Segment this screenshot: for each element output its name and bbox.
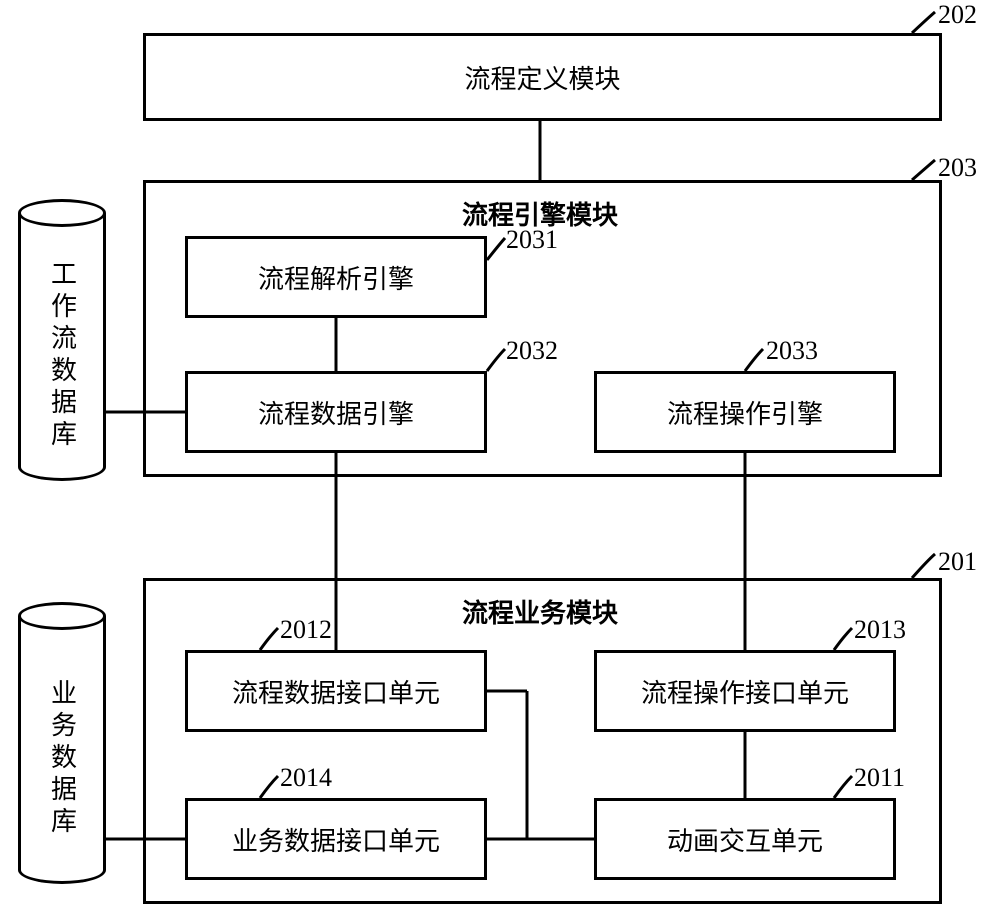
process-business-title: 流程业务模块 <box>430 593 650 630</box>
ref-202: 202 <box>938 0 977 30</box>
business-data-interface-label: 业务数据接口单元 <box>232 821 440 858</box>
workflow-database-cylinder: 工作流数据库 <box>18 199 106 481</box>
process-definition-module: 流程定义模块 <box>143 33 942 121</box>
ref-2032: 2032 <box>506 336 558 366</box>
ref-2033: 2033 <box>766 336 818 366</box>
process-data-interface-label: 流程数据接口单元 <box>232 673 440 710</box>
process-operation-engine: 流程操作引擎 <box>594 371 896 453</box>
process-operation-engine-label: 流程操作引擎 <box>667 394 823 431</box>
process-data-engine: 流程数据引擎 <box>185 371 487 453</box>
process-parsing-label: 流程解析引擎 <box>258 259 414 296</box>
workflow-db-label: 工作流数据库 <box>44 260 81 452</box>
animation-interaction-unit: 动画交互单元 <box>594 798 896 880</box>
ref-2012: 2012 <box>280 615 332 645</box>
business-database-cylinder: 业务数据库 <box>18 602 106 884</box>
process-operation-interface-unit: 流程操作接口单元 <box>594 650 896 732</box>
process-definition-label: 流程定义模块 <box>464 59 620 96</box>
diagram-canvas: 流程定义模块 202 流程引擎模块 203 流程解析引擎 2031 流程数据引擎… <box>0 0 1000 921</box>
process-operation-interface-label: 流程操作接口单元 <box>641 673 849 710</box>
animation-interaction-label: 动画交互单元 <box>667 821 823 858</box>
process-data-interface-unit: 流程数据接口单元 <box>185 650 487 732</box>
ref-2014: 2014 <box>280 763 332 793</box>
ref-201: 201 <box>938 547 977 577</box>
ref-2013: 2013 <box>854 615 906 645</box>
ref-203: 203 <box>938 153 977 183</box>
business-data-interface-unit: 业务数据接口单元 <box>185 798 487 880</box>
process-parsing-engine: 流程解析引擎 <box>185 236 487 318</box>
business-db-label: 业务数据库 <box>44 679 81 839</box>
process-data-engine-label: 流程数据引擎 <box>258 394 414 431</box>
ref-2031: 2031 <box>506 225 558 255</box>
ref-2011: 2011 <box>854 763 905 793</box>
